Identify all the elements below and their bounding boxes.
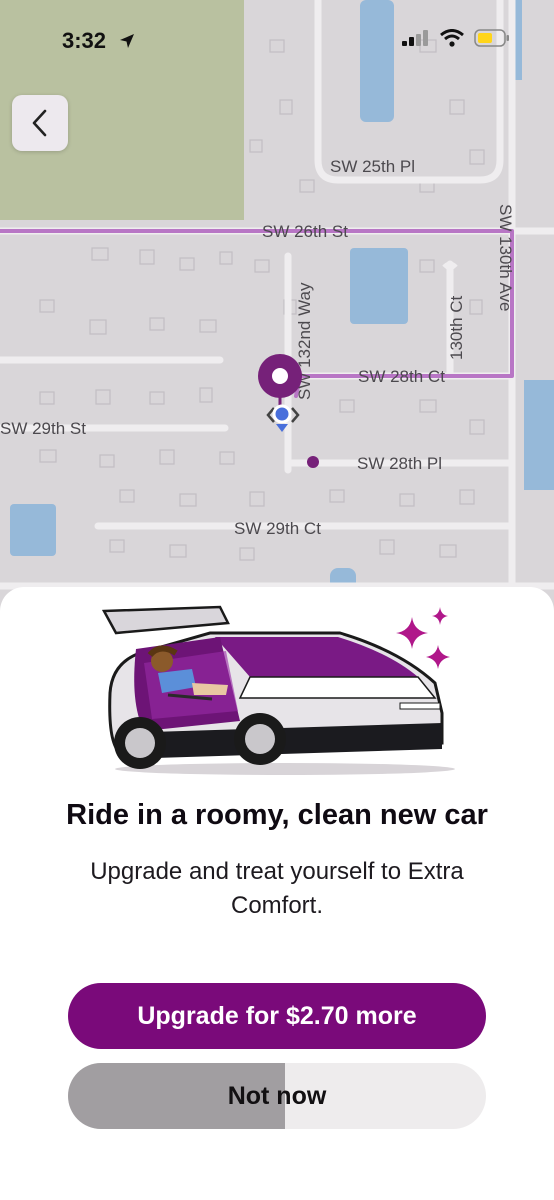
battery-icon <box>474 29 509 47</box>
status-bar: 3:32 <box>0 0 554 84</box>
wifi-icon <box>440 29 464 47</box>
status-time: 3:32 <box>62 28 107 53</box>
back-button[interactable] <box>12 95 68 151</box>
not-now-button[interactable]: Not now <box>68 1063 486 1129</box>
sheet-headline: Ride in a roomy, clean new car <box>66 799 488 831</box>
map-view[interactable]: SW 25th Pl SW 26th St SW 132nd Way 130th… <box>0 0 554 640</box>
not-now-button-label: Not now <box>227 1081 327 1110</box>
upgrade-button-label: Upgrade for $2.70 more <box>137 1001 417 1030</box>
sparkle-icon <box>396 607 450 669</box>
cellular-signal-icon <box>402 30 428 46</box>
upgrade-button[interactable]: Upgrade for $2.70 more <box>68 983 486 1049</box>
upgrade-sheet: Ride in a roomy, clean new car Upgrade a… <box>0 587 554 1200</box>
location-arrow-icon <box>120 34 134 48</box>
chevron-left-icon <box>32 109 47 137</box>
sheet-subtext: Upgrade and treat yourself to Extra Comf… <box>90 858 464 919</box>
